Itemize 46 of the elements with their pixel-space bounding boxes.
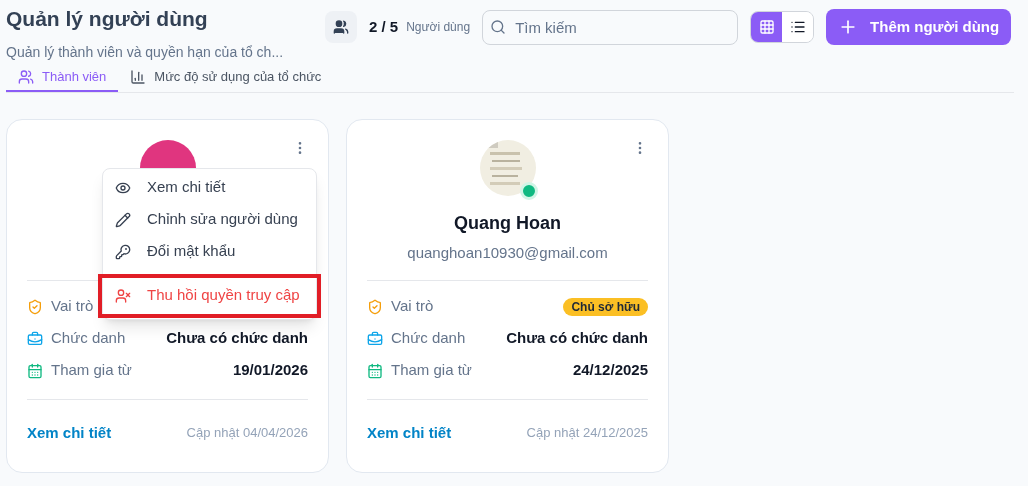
field-value: Chưa có chức danh: [166, 328, 308, 349]
menu-item[interactable]: Thu hồi quyền truy cập: [100, 275, 319, 316]
page-subtitle: Quản lý thành viên và quyền hạn của tổ ch...: [6, 42, 285, 62]
add-user-button[interactable]: Thêm người dùng: [826, 9, 1012, 45]
field-label: Tham gia từ: [51, 360, 132, 381]
calendar-icon: [367, 362, 383, 379]
role-badge: Chủ sở hữu: [563, 297, 648, 316]
view-option[interactable]: [782, 12, 814, 42]
field-label: Tham gia từ: [391, 360, 472, 381]
view-details-link[interactable]: Xem chi tiết: [367, 421, 452, 444]
pencil-icon: [115, 211, 131, 228]
list-icon: [789, 19, 806, 35]
field-value: Chưa có chức danh: [506, 328, 648, 349]
calendar-icon: [27, 362, 43, 379]
menu-item[interactable]: Đổi mật khẩu: [103, 235, 316, 268]
field-label: Chức danh: [391, 328, 466, 349]
updated-date: Cập nhật 04/04/2026: [186, 424, 308, 442]
user-count: 2 / 5: [369, 16, 399, 37]
grid-icon: [758, 19, 775, 35]
tab[interactable]: Mức độ sử dụng của tổ chức: [118, 64, 334, 92]
key-icon: [115, 243, 131, 260]
tab[interactable]: Thành viên: [6, 64, 119, 92]
view-details-link[interactable]: Xem chi tiết: [27, 421, 112, 444]
field-label: Vai trò: [51, 296, 94, 317]
chart-icon: [130, 69, 147, 85]
search-icon: [490, 18, 507, 35]
user-remove-icon: [115, 287, 131, 304]
users-icon: [18, 69, 34, 85]
users-icon: [333, 19, 349, 35]
view-option[interactable]: [751, 12, 783, 42]
shield-icon: [367, 298, 383, 315]
briefcase-icon: [367, 330, 383, 347]
page-title: Quản lý người dùng: [6, 6, 209, 32]
user-name: Quang Hoan: [454, 211, 561, 235]
search-field[interactable]: Tìm kiếm: [482, 9, 739, 45]
user-count-label: Người dùng: [406, 19, 471, 36]
shield-icon: [27, 298, 43, 315]
field-value: 19/01/2026: [232, 360, 308, 381]
field-label: Chức danh: [51, 328, 126, 349]
updated-date: Cập nhật 24/12/2025: [526, 424, 648, 442]
menu-item[interactable]: Chỉnh sửa người dùng: [103, 203, 316, 236]
user-email: quanghoan10930@gmail.com: [407, 242, 608, 263]
field-label: Vai trò: [391, 296, 434, 317]
menu-item[interactable]: Xem chi tiết: [103, 171, 316, 204]
briefcase-icon: [27, 330, 43, 347]
field-value: 24/12/2025: [572, 360, 648, 381]
